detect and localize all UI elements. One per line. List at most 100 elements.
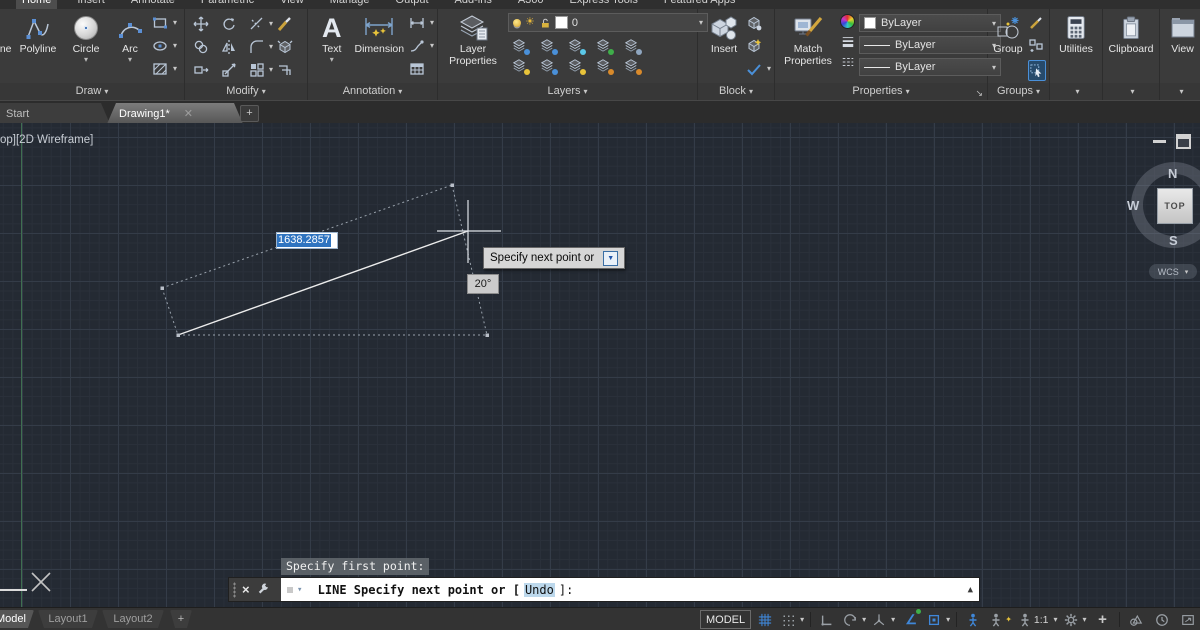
arc-button[interactable]: Arc ▾ [110, 12, 150, 63]
dynamic-angle-field[interactable]: 20° [467, 274, 499, 294]
tab-view[interactable]: View [274, 0, 310, 9]
trim-dropdown-icon[interactable]: ▾ [269, 19, 273, 28]
linear-dimension-button[interactable]: ▾ [409, 14, 434, 31]
command-line[interactable]: × ▾ LINE Specify next point or [Undo]: ▲ [228, 577, 980, 602]
command-dropdown-icon[interactable]: ▾ [297, 585, 302, 595]
ortho-toggle[interactable] [815, 610, 839, 629]
isometric-drafting-toggle[interactable]: ▾ [870, 610, 897, 629]
linetype-icon[interactable] [841, 55, 855, 69]
object-color-dropdown[interactable]: ByLayer ▾ [859, 14, 1001, 32]
trim-button[interactable]: ▾ [249, 16, 277, 32]
minimize-icon[interactable] [1153, 140, 1166, 143]
block-dropdown-icon[interactable]: ▾ [767, 64, 771, 73]
customize-wrench-icon[interactable] [256, 583, 270, 597]
new-layout-button[interactable]: + [170, 610, 192, 628]
scale-button[interactable] [221, 62, 249, 78]
viewcube-south[interactable]: S [1169, 233, 1178, 248]
object-snap-toggle[interactable]: ▾ [925, 610, 952, 629]
text-button[interactable]: A Text ▾ [314, 12, 350, 63]
linetype-dropdown[interactable]: ByLayer ▾ [859, 36, 1001, 54]
thaw-layer-button[interactable] [624, 58, 640, 74]
clean-screen-button[interactable] [1176, 610, 1200, 629]
workspace-dropdown-icon[interactable]: ▾ [1083, 615, 1087, 624]
command-recent-icon[interactable] [287, 587, 293, 593]
hatch-dropdown-icon[interactable]: ▾ [173, 64, 177, 73]
circle-dropdown-icon[interactable]: ▾ [84, 56, 88, 63]
object-snap-tracking-toggle[interactable]: ∠ [899, 610, 923, 629]
viewcube-top-face[interactable]: TOP [1157, 188, 1193, 224]
utilities-button[interactable]: Utilities [1053, 12, 1099, 56]
panel-label-modify[interactable]: Modify▾ [185, 83, 307, 100]
tab-manage[interactable]: Manage [324, 0, 376, 9]
command-option-undo[interactable]: Undo [524, 583, 555, 597]
layer-off-button[interactable] [512, 38, 528, 54]
layer-properties-button[interactable]: Layer Properties [446, 12, 500, 67]
explode-button[interactable] [277, 39, 305, 55]
line-button[interactable]: Line [0, 12, 12, 56]
customization-button[interactable]: + [1091, 610, 1115, 629]
tab-annotate[interactable]: Annotate [125, 0, 181, 9]
erase-button[interactable] [277, 16, 305, 32]
command-history-toggle-icon[interactable]: ▲ [968, 585, 973, 595]
layer-lock-button[interactable] [596, 38, 612, 54]
grip-dots-icon[interactable] [233, 582, 236, 598]
file-tab-start[interactable]: Start [0, 103, 110, 124]
viewport-controls-label[interactable]: op][2D Wireframe] [0, 134, 93, 146]
unlock-layer-button[interactable] [596, 58, 612, 74]
layout-tab-layout1[interactable]: Layout1 [38, 610, 98, 628]
rectangle-dropdown-icon[interactable]: ▾ [173, 18, 177, 27]
command-input[interactable]: ▾ LINE Specify next point or [Undo]: ▲ [281, 578, 979, 601]
osnap-dropdown-icon[interactable]: ▾ [946, 615, 950, 624]
layer-freeze-button[interactable] [568, 38, 584, 54]
group-edit-button[interactable] [1028, 37, 1046, 54]
scale-dropdown-icon[interactable]: ▾ [1054, 615, 1058, 624]
view-button[interactable]: View [1168, 12, 1197, 56]
arc-dropdown-icon[interactable]: ▾ [128, 56, 132, 63]
wcs-menu[interactable]: WCS▾ [1149, 264, 1197, 279]
copy-button[interactable] [193, 39, 221, 55]
isometric-dropdown-icon[interactable]: ▾ [891, 615, 895, 624]
stretch-button[interactable] [193, 62, 221, 78]
create-block-button[interactable] [746, 14, 771, 31]
text-dropdown-icon[interactable]: ▾ [330, 56, 334, 63]
table-button[interactable] [409, 60, 434, 77]
restore-icon[interactable] [1176, 134, 1191, 149]
previous-layer-button[interactable] [568, 58, 584, 74]
annotation-visibility-toggle[interactable] [961, 610, 985, 629]
mirror-button[interactable] [221, 39, 249, 55]
layer-isolate-button[interactable] [540, 38, 556, 54]
dimension-button[interactable]: Dimension [352, 12, 407, 56]
polar-tracking-toggle[interactable]: ▾ [841, 610, 868, 629]
group-selection-toggle[interactable] [1028, 60, 1046, 81]
tab-express-tools[interactable]: Express Tools [564, 0, 644, 9]
autoscale-toggle[interactable]: ✦ [987, 610, 1014, 629]
layer-dropdown[interactable]: ☀ 0 ▾ [508, 13, 708, 32]
polyline-button[interactable]: Polyline [14, 12, 62, 56]
layer-walk-button[interactable] [624, 38, 640, 54]
file-tab-drawing1[interactable]: Drawing1* ✕ [107, 103, 243, 124]
layout-tab-layout2[interactable]: Layout2 [102, 610, 164, 628]
snap-dropdown-icon[interactable]: ▾ [800, 615, 804, 624]
block-editor-button[interactable]: ▾ [746, 60, 771, 77]
fillet-button[interactable]: ▾ [249, 39, 277, 55]
edit-attribute-button[interactable] [746, 37, 771, 54]
array-dropdown-icon[interactable]: ▾ [269, 65, 273, 74]
command-line-grip[interactable]: × [229, 578, 281, 601]
ellipse-button[interactable]: ▾ [152, 37, 177, 54]
isolate-objects-button[interactable] [1124, 610, 1148, 629]
snap-mode-toggle[interactable]: ▾ [779, 610, 806, 629]
grid-display-toggle[interactable] [753, 610, 777, 629]
drawing-canvas[interactable]: op][2D Wireframe] N W S TOP WCS▾ 1638.28… [0, 123, 1200, 607]
make-current-layer-button[interactable] [512, 58, 528, 74]
offset-button[interactable] [277, 62, 305, 78]
annotation-scale-button[interactable]: 1:1▾ [1016, 610, 1060, 629]
tab-insert[interactable]: Insert [71, 0, 111, 9]
insert-button[interactable]: Insert [704, 12, 744, 56]
group-button[interactable]: Group [992, 12, 1024, 56]
panel-label-clipboard[interactable]: ▾ [1103, 83, 1159, 100]
panel-label-view[interactable]: ▾ [1160, 83, 1200, 100]
graphics-performance-button[interactable] [1150, 610, 1174, 629]
ungroup-button[interactable] [1028, 14, 1046, 31]
tab-parametric[interactable]: Parametric [195, 0, 260, 9]
panel-label-annotation[interactable]: Annotation▾ [308, 83, 437, 100]
